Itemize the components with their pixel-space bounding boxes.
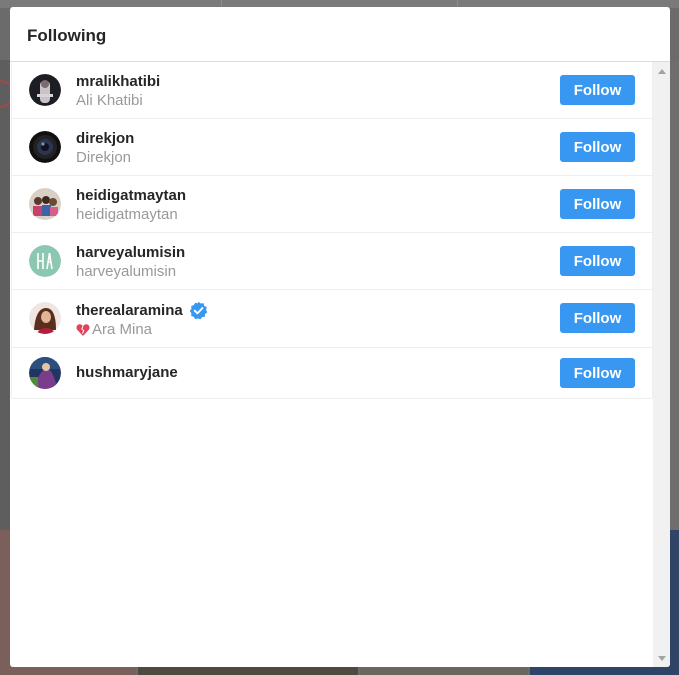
follow-button[interactable]: Follow [560,358,635,388]
username-text: direkjon [76,130,135,147]
list-item: heidigatmaytan heidigatmaytan Follow [12,175,652,232]
fullname-text: heidigatmaytan [76,206,178,223]
photo-avatar-icon[interactable] [29,357,61,389]
modal-header: Following [10,7,670,62]
user-info: heidigatmaytan heidigatmaytan [76,187,186,225]
follow-button[interactable]: Follow [560,189,635,219]
follow-button[interactable]: Follow [560,75,635,105]
username-link[interactable]: mralikhatibi [76,73,160,91]
fullname-text: harveyalumisin [76,263,177,280]
group-photo-avatar-icon[interactable] [29,188,61,220]
username-text: hushmaryjane [76,364,178,381]
list-item: direkjon Direkjon Follow [12,118,652,175]
username-text: harveyalumisin [76,244,186,261]
monogram-ha-avatar-icon[interactable] [29,245,61,277]
vertical-scrollbar[interactable] [653,62,670,667]
person-avatar-icon[interactable] [29,74,61,106]
following-modal: Following mralikhatibi Ali Khatibi Follo… [10,7,670,667]
list-item: harveyalumisin harveyalumisin Follow [12,232,652,289]
background-right-content [670,60,679,530]
user-info: hushmaryjane [76,364,178,382]
verified-badge-icon [189,301,208,320]
username-link[interactable]: direkjon [76,130,134,148]
scroll-up-icon[interactable] [653,64,670,78]
fullname: Direkjon [76,148,134,168]
fullname: harveyalumisin [76,262,185,282]
list-item: hushmaryjane Follow [12,347,652,398]
follow-button[interactable]: Follow [560,246,635,276]
fullname-text: Direkjon [76,149,132,166]
fullname: Ara Mina [76,320,208,340]
username-text: heidigatmaytan [76,187,187,204]
username-text: therealaramina [76,301,183,319]
camera-lens-avatar-icon[interactable] [29,131,61,163]
following-list[interactable]: mralikhatibi Ali Khatibi Follow direkjon… [10,62,653,667]
user-info: direkjon Direkjon [76,130,134,168]
user-info: therealaramina Ara Mina [76,301,208,340]
fullname: heidigatmaytan [76,205,186,225]
username-link[interactable]: heidigatmaytan [76,187,186,205]
username-text: mralikhatibi [76,73,161,90]
username-link[interactable]: harveyalumisin [76,244,185,262]
scroll-down-icon[interactable] [653,651,670,665]
list-item: mralikhatibi Ali Khatibi Follow [12,62,652,118]
follow-button[interactable]: Follow [560,132,635,162]
username-link[interactable]: hushmaryjane [76,364,178,382]
fullname: Ali Khatibi [76,91,160,111]
broken-heart-icon [76,323,90,337]
follow-button[interactable]: Follow [560,303,635,333]
username-link[interactable]: therealaramina [76,301,208,320]
fullname-text: Ali Khatibi [76,92,143,109]
user-info: mralikhatibi Ali Khatibi [76,73,160,111]
user-info: harveyalumisin harveyalumisin [76,244,185,282]
fullname-text: Ara Mina [92,321,153,338]
background-left-content [0,60,10,530]
following-list-box: mralikhatibi Ali Khatibi Follow direkjon… [11,62,653,399]
modal-title: Following [27,26,107,45]
list-item: therealaramina Ara Mina Follow [12,289,652,347]
person-avatar-icon[interactable] [29,302,61,334]
